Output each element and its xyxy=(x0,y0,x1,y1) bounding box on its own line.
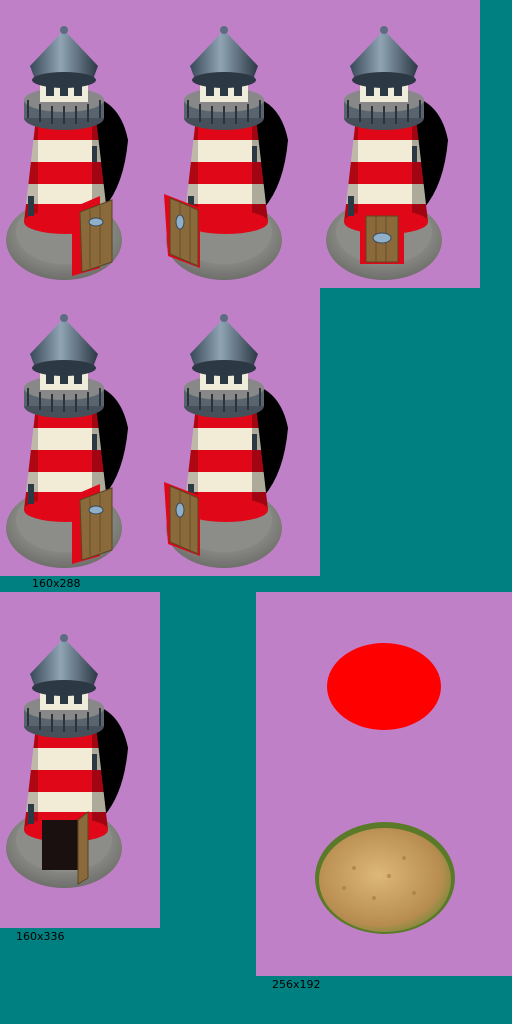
sheet-c-dimension-label: 256x192 xyxy=(272,978,321,991)
lighthouse-sprite-door-ajar xyxy=(0,608,160,896)
lighthouse-sprite-door-front xyxy=(320,0,480,288)
lighthouse-sprite-door-swing-right xyxy=(0,288,160,576)
sheet-a-dimension-label: 160x288 xyxy=(32,577,81,590)
sheet-b-dimension-label: 160x336 xyxy=(16,930,65,943)
sand-patch xyxy=(314,818,456,938)
lighthouse-sprite-door-right xyxy=(0,0,160,288)
lighthouse-sprite-door-left xyxy=(160,0,320,288)
lighthouse-sprite-door-swing-left xyxy=(160,288,320,576)
red-marker xyxy=(327,643,441,730)
